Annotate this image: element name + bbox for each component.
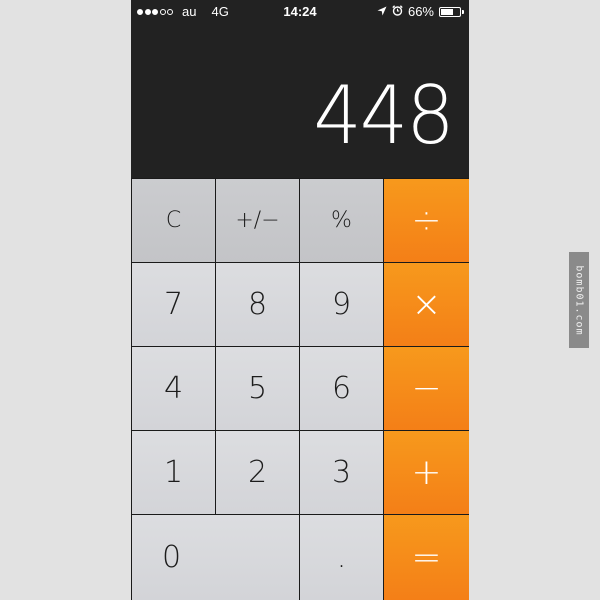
plus-button[interactable]: +	[384, 431, 469, 514]
calculator-app: au 4G 14:24 66% 448 C +/− % ÷ 7 8 9 × 4 …	[131, 0, 469, 600]
digit-6-button[interactable]: 6	[300, 347, 383, 430]
status-right: 66%	[377, 4, 464, 19]
percent-button[interactable]: %	[300, 179, 383, 262]
digit-0-button[interactable]: 0	[132, 515, 299, 600]
digit-7-button[interactable]: 7	[132, 263, 215, 346]
clear-button[interactable]: C	[132, 179, 215, 262]
location-arrow-icon	[377, 4, 387, 19]
watermark: bomb01.com	[569, 252, 589, 348]
decimal-button[interactable]: .	[300, 515, 383, 600]
digit-5-button[interactable]: 5	[216, 347, 299, 430]
display-value: 448	[313, 69, 455, 162]
digit-3-button[interactable]: 3	[300, 431, 383, 514]
status-bar: au 4G 14:24 66%	[131, 0, 469, 22]
digit-4-button[interactable]: 4	[132, 347, 215, 430]
digit-9-button[interactable]: 9	[300, 263, 383, 346]
battery-percent: 66%	[407, 4, 434, 19]
digit-1-button[interactable]: 1	[132, 431, 215, 514]
alarm-clock-icon	[392, 4, 403, 19]
digit-8-button[interactable]: 8	[216, 263, 299, 346]
equals-button[interactable]: =	[384, 515, 469, 600]
result-display: 448	[131, 22, 469, 178]
keypad: C +/− % ÷ 7 8 9 × 4 5 6 − 1 2 3 + 0 . =	[131, 178, 469, 600]
plus-minus-button[interactable]: +/−	[216, 179, 299, 262]
battery-icon	[439, 6, 464, 17]
minus-button[interactable]: −	[384, 347, 469, 430]
watermark-text: bomb01.com	[573, 264, 585, 336]
digit-2-button[interactable]: 2	[216, 431, 299, 514]
battery-level	[441, 8, 453, 15]
multiply-button[interactable]: ×	[384, 263, 469, 346]
divide-button[interactable]: ÷	[384, 179, 469, 262]
